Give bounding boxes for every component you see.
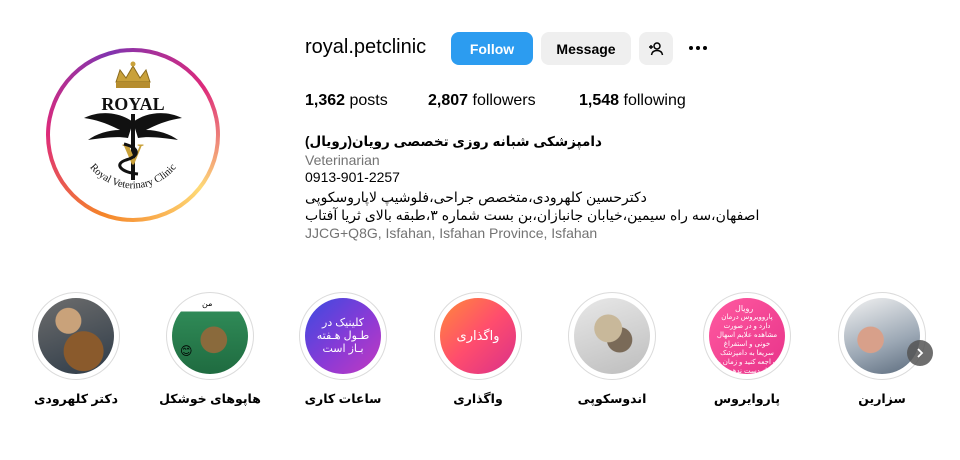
highlight-cover-text: من [202,299,213,308]
highlights-next-button[interactable] [907,340,933,366]
highlight-label: ساعات کاری [304,392,382,406]
profile-username: royal.petclinic [305,36,427,58]
bio-text-line-1: دکترحسین کلهرودی،متخصص جراحی،فلوشیپ لاپا… [305,189,647,205]
highlight-label: اندوسکوپی [577,392,647,406]
followers-label: followers [472,92,536,109]
bio-category: Veterinarian [305,152,380,168]
bio-address-link[interactable]: JJCG+Q8G, Isfahan, Isfahan Province, Isf… [305,225,597,241]
follow-button[interactable]: Follow [451,32,533,65]
highlight-item[interactable]: واگذاری واگذاری [433,292,523,406]
avatar-logo: ROYAL V Royal Veterinary Clinic [50,52,216,218]
highlight-label: هاپوهای خوشکل [159,392,261,406]
highlight-cover-text: پاروویروس درمان دارد و در صورت مشاهده عل… [715,313,779,375]
bio-phone: 0913-901-2257 [305,169,400,185]
message-button[interactable]: Message [541,32,631,65]
more-options-button[interactable] [684,36,712,60]
highlight-cover-photo [574,298,650,374]
highlight-cover: واگذاری [440,298,516,374]
highlight-cover-text: واگذاری [456,328,500,343]
bio-full-name: دامپزشکی شبانه روزی تخصصی رویان(رویال) [305,134,602,149]
followers-stat[interactable]: 2,807 followers [428,92,536,110]
crown-icon [115,61,151,88]
highlight-cover: رویال پاروویروس درمان دارد و در صورت مشا… [709,298,785,374]
highlight-label: دکتر کلهرودی [33,392,119,406]
person-plus-icon [649,41,664,55]
highlight-item[interactable]: من 😊 هاپوهای خوشکل [159,292,261,406]
highlight-item[interactable]: رویال پاروویروس درمان دارد و در صورت مشا… [702,292,792,406]
highlight-item[interactable]: دکتر کلهرودی [31,292,121,406]
highlight-item[interactable]: کلینیک در طـول هـفته بـاز است ساعات کاری [298,292,388,406]
following-count: 1,548 [579,92,620,109]
highlight-item[interactable]: اندوسکوپی [567,292,657,406]
followers-count: 2,807 [428,92,469,109]
highlight-label: واگذاری [453,392,503,406]
royal-logo-icon: ROYAL V Royal Veterinary Clinic [84,61,182,191]
highlight-label: سزارین [858,392,906,406]
logo-top-text: ROYAL [101,94,164,114]
posts-label: posts [349,92,388,109]
highlight-cover-photo [844,298,920,374]
suggest-accounts-button[interactable] [639,32,673,65]
posts-stat: 1,362 posts [305,92,388,110]
more-horizontal-icon [689,46,693,50]
highlight-cover: کلینیک در طـول هـفته بـاز است [305,298,381,374]
highlight-cover-photo [38,298,114,374]
posts-count: 1,362 [305,92,346,109]
highlight-cover-text: کلینیک در طـول هـفته بـاز است [316,316,370,355]
highlight-label: پاروایروس [713,392,781,406]
highlight-cover-photo: من 😊 [172,298,248,374]
profile-avatar[interactable]: ROYAL V Royal Veterinary Clinic [46,48,220,222]
chevron-right-icon [917,348,924,358]
following-stat[interactable]: 1,548 following [579,92,686,110]
following-label: following [623,92,686,109]
smiley-icon: 😊 [180,344,193,358]
bio-text-line-2: اصفهان،سه راه سیمین،خیابان جانبازان،بن ب… [305,207,760,223]
